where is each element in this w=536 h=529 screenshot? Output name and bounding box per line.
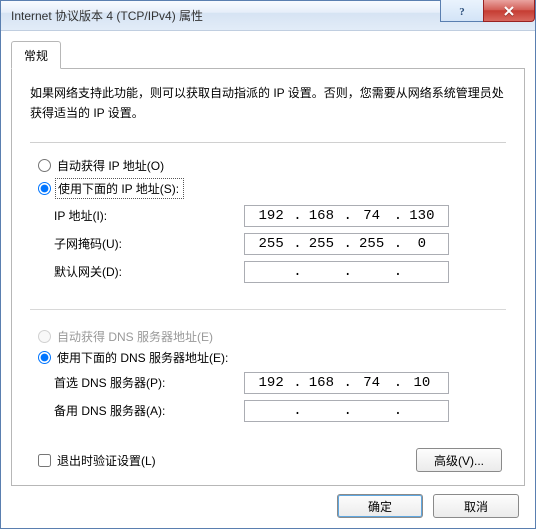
subnet-mask-label: 子网掩码(U):: [54, 235, 244, 252]
radio-dns-manual-label: 使用下面的 DNS 服务器地址(E):: [57, 349, 228, 366]
dns-manual-row[interactable]: 使用下面的 DNS 服务器地址(E):: [34, 349, 502, 366]
dns-auto-row: 自动获得 DNS 服务器地址(E): [34, 328, 502, 345]
tab-panel-general: 如果网络支持此功能，则可以获取自动指派的 IP 设置。否则，您需要从网络系统管理…: [11, 68, 525, 486]
dns-preferred-row: 首选 DNS 服务器(P): 192. 168. 74. 10: [54, 372, 502, 394]
help-button[interactable]: ?: [440, 0, 484, 22]
ip-oct[interactable]: 74: [350, 375, 394, 391]
ip-oct[interactable]: 0: [400, 236, 444, 252]
ip-address-input[interactable]: 192. 168. 74. 130: [244, 205, 449, 227]
radio-ip-manual-label: 使用下面的 IP 地址(S):: [55, 178, 184, 199]
subnet-mask-row: 子网掩码(U): 255. 255. 255. 0: [54, 233, 502, 255]
help-icon: ?: [456, 5, 468, 17]
ip-group: 自动获得 IP 地址(O) 使用下面的 IP 地址(S): IP 地址(I): …: [30, 142, 506, 303]
ip-fields: IP 地址(I): 192. 168. 74. 130 子网掩码(U): 255…: [54, 205, 502, 283]
dialog-window: Internet 协议版本 4 (TCP/IPv4) 属性 ? 常规 如果网络支…: [0, 0, 536, 529]
svg-text:?: ?: [459, 6, 465, 17]
ip-oct[interactable]: 10: [400, 375, 444, 391]
close-icon: [503, 5, 515, 17]
radio-dns-auto-label: 自动获得 DNS 服务器地址(E): [57, 328, 213, 345]
radio-ip-manual[interactable]: [38, 182, 51, 195]
dns-alternate-input[interactable]: . . .: [244, 400, 449, 422]
ip-oct[interactable]: 74: [350, 208, 394, 224]
client-area: 常规 如果网络支持此功能，则可以获取自动指派的 IP 设置。否则，您需要从网络系…: [1, 31, 535, 528]
validate-on-exit-label: 退出时验证设置(L): [57, 452, 156, 469]
ip-manual-row[interactable]: 使用下面的 IP 地址(S):: [34, 178, 502, 199]
radio-ip-auto-label: 自动获得 IP 地址(O): [57, 157, 164, 174]
dns-group: 自动获得 DNS 服务器地址(E) 使用下面的 DNS 服务器地址(E): 首选…: [30, 309, 506, 442]
close-button[interactable]: [483, 0, 535, 22]
dns-alternate-row: 备用 DNS 服务器(A): . . .: [54, 400, 502, 422]
gateway-row: 默认网关(D): . . .: [54, 261, 502, 283]
radio-dns-manual[interactable]: [38, 351, 51, 364]
window-buttons: ?: [441, 0, 535, 22]
dns-fields: 首选 DNS 服务器(P): 192. 168. 74. 10 备用 DNS 服…: [54, 372, 502, 422]
subnet-mask-input[interactable]: 255. 255. 255. 0: [244, 233, 449, 255]
ip-oct[interactable]: 130: [400, 208, 444, 224]
ip-oct[interactable]: 255: [249, 236, 293, 252]
titlebar: Internet 协议版本 4 (TCP/IPv4) 属性 ?: [1, 1, 535, 31]
description-text: 如果网络支持此功能，则可以获取自动指派的 IP 设置。否则，您需要从网络系统管理…: [30, 83, 506, 124]
ip-oct[interactable]: 168: [299, 375, 343, 391]
dialog-buttons: 确定 取消: [11, 486, 525, 520]
radio-ip-auto[interactable]: [38, 159, 51, 172]
tabstrip: 常规: [11, 41, 525, 68]
ip-oct[interactable]: 168: [299, 208, 343, 224]
ip-oct[interactable]: 255: [350, 236, 394, 252]
window-title: Internet 协议版本 4 (TCP/IPv4) 属性: [11, 7, 203, 24]
dns-preferred-label: 首选 DNS 服务器(P):: [54, 374, 244, 391]
advanced-button[interactable]: 高级(V)...: [416, 448, 502, 472]
ip-address-row: IP 地址(I): 192. 168. 74. 130: [54, 205, 502, 227]
ok-button[interactable]: 确定: [337, 494, 423, 518]
gateway-label: 默认网关(D):: [54, 263, 244, 280]
ip-oct[interactable]: 192: [249, 208, 293, 224]
ip-oct[interactable]: 255: [299, 236, 343, 252]
dns-preferred-input[interactable]: 192. 168. 74. 10: [244, 372, 449, 394]
ip-auto-row[interactable]: 自动获得 IP 地址(O): [34, 157, 502, 174]
validate-on-exit-row[interactable]: 退出时验证设置(L): [34, 452, 156, 469]
tab-general[interactable]: 常规: [11, 41, 61, 69]
ip-oct[interactable]: 192: [249, 375, 293, 391]
radio-dns-auto: [38, 330, 51, 343]
bottom-row: 退出时验证设置(L) 高级(V)...: [30, 448, 506, 473]
cancel-button[interactable]: 取消: [433, 494, 519, 518]
validate-on-exit-checkbox[interactable]: [38, 454, 51, 467]
ip-address-label: IP 地址(I):: [54, 207, 244, 224]
dns-alternate-label: 备用 DNS 服务器(A):: [54, 402, 244, 419]
gateway-input[interactable]: . . .: [244, 261, 449, 283]
